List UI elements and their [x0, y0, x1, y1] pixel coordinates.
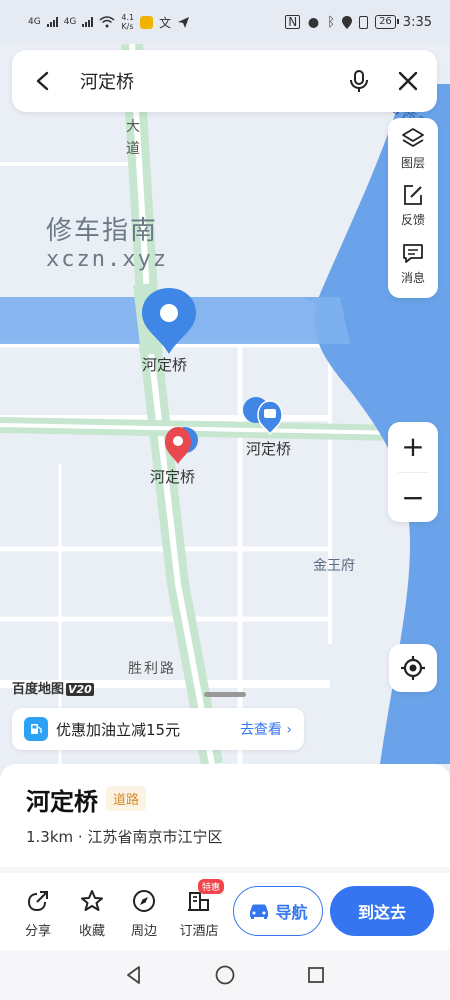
nfc-icon: N — [285, 15, 301, 29]
compass-icon — [133, 890, 155, 912]
signal-icon-2 — [82, 17, 94, 27]
fuel-promo-banner[interactable]: 优惠加油立减15元 去查看 › — [12, 708, 304, 750]
vibrate-icon — [359, 15, 369, 29]
watermark: 修车指南 xczn.xyz — [46, 210, 168, 272]
battery-icon: 26 — [375, 15, 399, 29]
place-type-tag: 道路 — [106, 786, 147, 811]
book-hotel-label: 订酒店 — [179, 924, 219, 939]
pin-red-label: 河定桥 — [150, 468, 196, 486]
promo-link-label: 去查看 — [239, 722, 282, 738]
network-label: 4G — [28, 17, 41, 27]
my-location-button[interactable] — [389, 644, 437, 692]
baidu-logo-version: V20 — [66, 683, 94, 696]
location-status-icon — [342, 15, 353, 29]
alarm-icon — [308, 17, 319, 28]
road-label-top: 大道 — [126, 119, 142, 157]
favorite-button[interactable]: 收藏 — [72, 888, 112, 939]
place-name: 河定桥 — [26, 788, 98, 816]
go-here-button[interactable]: 到这去 — [330, 886, 434, 936]
bluetooth-icon: ᛒ — [327, 14, 336, 30]
sheet-drag-handle[interactable] — [204, 692, 246, 697]
layers-label: 图层 — [400, 156, 425, 170]
share-button[interactable]: 分享 — [18, 888, 58, 939]
map-base — [0, 44, 450, 764]
net-speed-unit: K/s — [121, 22, 134, 31]
favorite-label: 收藏 — [78, 924, 105, 939]
nearby-label: 周边 — [130, 924, 157, 939]
message-icon — [403, 243, 423, 263]
promo-text: 优惠加油立减15元 — [56, 720, 181, 739]
crosshair-icon — [401, 656, 425, 680]
area-label: 金王府 — [313, 558, 355, 574]
nearby-button[interactable]: 周边 — [124, 888, 164, 939]
baidu-logo-name: 百度地图 — [12, 682, 65, 697]
share-label: 分享 — [24, 924, 51, 939]
network-label-2: 4G — [63, 17, 77, 27]
feedback-button[interactable]: 反馈 — [401, 183, 425, 240]
road-label-bottom: 胜利路 — [128, 661, 176, 677]
car-icon — [250, 904, 269, 919]
net-speed-value: 4.1 — [121, 13, 135, 22]
red-location-pin-icon[interactable] — [160, 424, 202, 466]
recents-square-icon[interactable] — [306, 965, 326, 985]
close-icon[interactable] — [397, 70, 419, 92]
search-query[interactable]: 河定桥 — [80, 68, 347, 94]
status-right: N ᛒ 26 3:35 — [285, 15, 432, 30]
bus-stop-icon[interactable] — [242, 394, 290, 436]
sheet-divider — [0, 867, 450, 873]
messages-label: 消息 — [400, 270, 425, 285]
map-tool-panel: 图层 反馈 消息 — [388, 118, 438, 298]
zoom-out-button[interactable]: − — [388, 473, 438, 523]
status-left: 4G 4G 4.1 K/s 文 — [28, 13, 190, 31]
layers-button[interactable]: 图层 — [401, 126, 425, 183]
book-hotel-button[interactable]: 订酒店 — [176, 888, 222, 939]
share-icon — [27, 891, 48, 912]
status-bar: 4G 4G 4.1 K/s 文 N ᛒ 26 3:35 — [0, 0, 450, 44]
pin-top-label: 河定桥 — [142, 356, 188, 374]
hotel-deal-badge: 特惠 — [198, 879, 225, 894]
clock: 3:35 — [402, 14, 432, 30]
star-icon — [81, 890, 103, 911]
translate-icon: 文 — [159, 15, 172, 30]
navigate-label: 导航 — [275, 903, 308, 922]
fuel-pump-icon — [24, 717, 48, 741]
system-navigation-bar — [0, 950, 450, 1000]
baidu-map-logo: 百度地图 V20 — [12, 678, 94, 697]
wifi-icon — [99, 16, 115, 28]
feedback-edit-icon — [404, 185, 422, 206]
zoom-controls: + − — [388, 422, 438, 522]
layers-icon — [402, 128, 424, 147]
microphone-icon[interactable] — [347, 69, 371, 93]
map-view[interactable]: 修车指南 xczn.xyz 心 大道 看西路 河定桥 河定桥 河定桥 金王府 胜… — [0, 44, 450, 764]
bus-stop-label: 河定桥 — [246, 440, 292, 458]
net-speed: 4.1 K/s — [121, 13, 134, 31]
promo-link[interactable]: 去查看 › — [240, 719, 292, 739]
app-notification-icon — [140, 15, 154, 29]
blue-location-pin-icon[interactable] — [140, 286, 198, 356]
back-triangle-icon[interactable] — [124, 965, 144, 985]
send-icon — [178, 16, 190, 28]
place-address: 1.3km · 江苏省南京市江宁区 — [26, 828, 223, 846]
feedback-label: 反馈 — [400, 213, 425, 228]
navigate-button[interactable]: 导航 — [233, 886, 323, 936]
signal-icon — [46, 17, 58, 27]
watermark-line1: 修车指南 — [46, 216, 159, 246]
back-arrow-icon[interactable] — [32, 70, 54, 92]
search-bar: 河定桥 — [12, 50, 437, 112]
home-circle-icon[interactable] — [214, 964, 236, 986]
zoom-in-button[interactable]: + — [388, 422, 438, 472]
messages-button[interactable]: 消息 — [401, 241, 425, 298]
watermark-line2: xczn.xyz — [46, 247, 168, 272]
